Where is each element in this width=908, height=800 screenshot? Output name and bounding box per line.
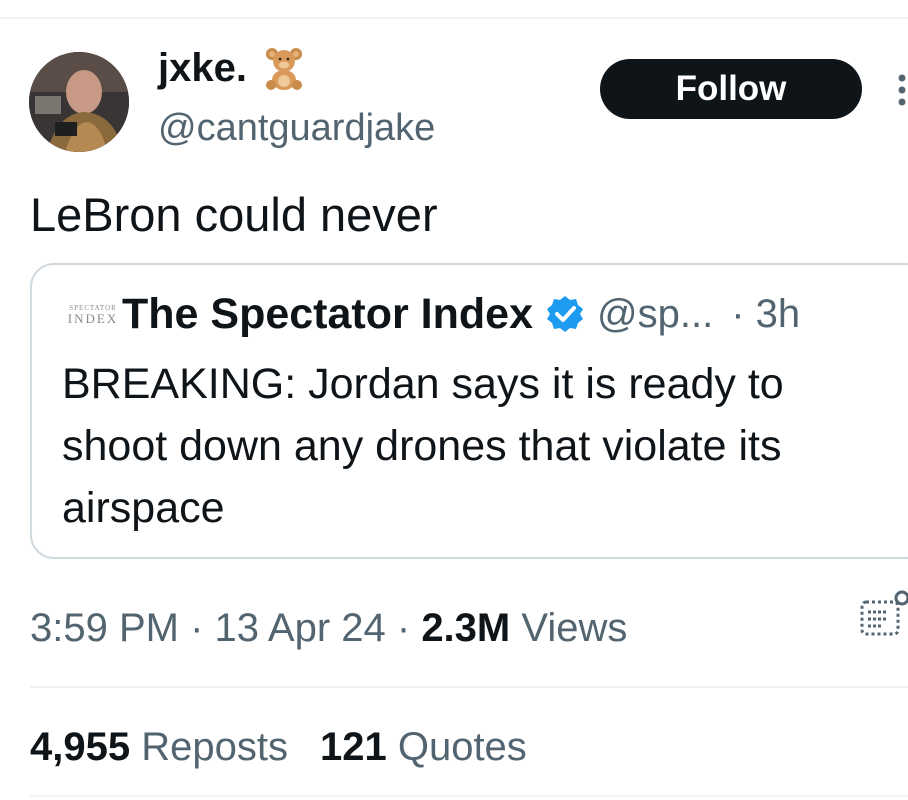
quoted-author-handle[interactable]: @sp...	[597, 289, 713, 339]
engagement-stats: 4,955 Reposts 121 Quotes	[30, 722, 527, 772]
author-handle[interactable]: @cantguardjake	[158, 105, 435, 151]
avatar[interactable]	[29, 52, 129, 152]
teddy-bear-icon	[261, 45, 307, 91]
quoted-tweet-card[interactable]: SPECTATOR INDEX The Spectator Index @sp.…	[30, 263, 908, 559]
more-options-icon[interactable]	[896, 73, 906, 107]
quoted-author-name[interactable]: The Spectator Index	[122, 289, 533, 339]
tweet-time[interactable]: 3:59 PM	[30, 606, 179, 650]
author-display-name[interactable]: jxke.	[158, 44, 247, 92]
quoted-tweet-text: BREAKING: Jordan says it is ready to sho…	[62, 360, 784, 532]
reposts-count[interactable]: 4,955	[30, 725, 130, 769]
top-divider	[0, 17, 908, 19]
views-count: 2.3M	[421, 606, 511, 650]
tweet-text: LeBron could never	[30, 188, 438, 241]
analytics-icon[interactable]	[858, 588, 908, 640]
quotes-count[interactable]: 121	[320, 725, 387, 769]
views-label: Views	[510, 606, 628, 650]
tweet-metadata: 3:59 PM · 13 Apr 24 · 2.3M Views	[30, 603, 627, 653]
section-divider	[30, 795, 908, 797]
meta-separator: ·	[178, 606, 215, 650]
meta-separator: ·	[385, 606, 422, 650]
section-divider	[30, 686, 908, 688]
verified-badge-icon	[546, 296, 583, 332]
quotes-label[interactable]: Quotes	[387, 725, 527, 769]
reposts-label[interactable]: Reposts	[130, 725, 288, 769]
quoted-tweet-header: The Spectator Index @sp... · 3h	[122, 289, 800, 339]
spectator-index-logo: SPECTATOR INDEX	[67, 304, 119, 326]
author-name-row[interactable]: jxke.	[158, 44, 307, 92]
quoted-tweet-time[interactable]: · 3h	[731, 289, 800, 339]
follow-button[interactable]: Follow	[600, 59, 862, 119]
tweet-date[interactable]: 13 Apr 24	[215, 606, 386, 650]
